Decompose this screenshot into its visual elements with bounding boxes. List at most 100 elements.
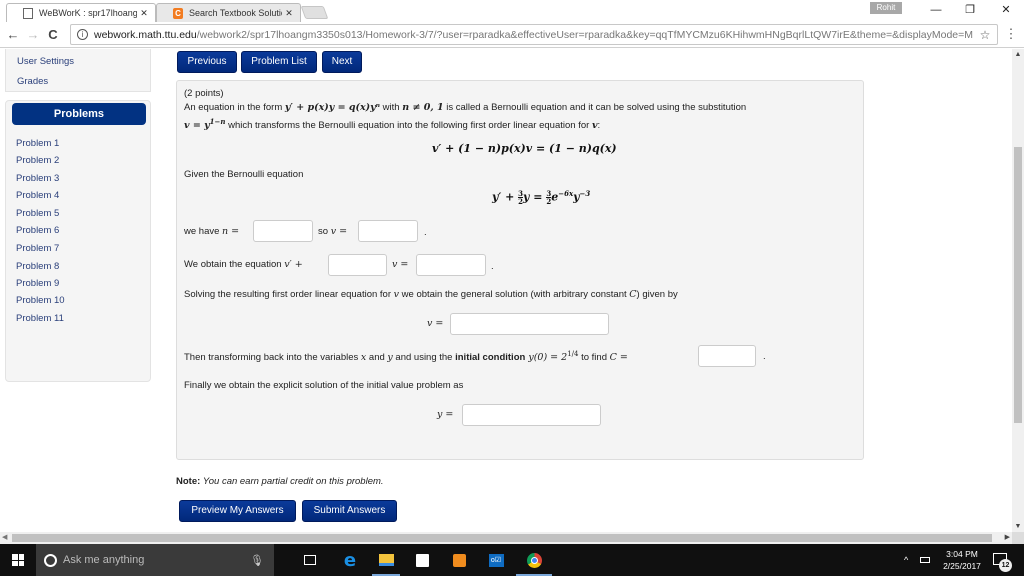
vertical-scroll-thumb[interactable] — [1014, 147, 1022, 423]
sidebar-item-problem-2[interactable]: Problem 2 — [16, 155, 59, 166]
horizontal-scrollbar[interactable]: ◀ ▶ — [0, 532, 1012, 544]
sidebar-item-problem-1[interactable]: Problem 1 — [16, 138, 59, 149]
restore-button[interactable]: ❐ — [958, 2, 982, 18]
n-condition-math: n ≠ 0, 1 — [402, 102, 444, 113]
n-equals: n = — [222, 226, 240, 237]
answer-y-input[interactable] — [462, 404, 601, 426]
sidebar-item-problem-5[interactable]: Problem 5 — [16, 208, 59, 219]
transform-text: Then transforming back into the variable… — [184, 350, 628, 363]
battery-icon[interactable] — [920, 544, 930, 576]
tab-label: WeBWorK : spr17lhoangm — [39, 8, 137, 18]
problem-intro-line-2: v = y1−n which transforms the Bernoulli … — [184, 117, 600, 131]
close-window-button[interactable]: ✕ — [994, 2, 1018, 18]
sidebar-item-problem-8[interactable]: Problem 8 — [16, 261, 59, 272]
back-button[interactable]: ← — [4, 26, 22, 44]
cortana-icon — [44, 553, 57, 567]
notification-count-badge: 12 — [999, 559, 1012, 572]
sidebar-item-problem-7[interactable]: Problem 7 — [16, 243, 59, 254]
chegg-icon: C — [173, 7, 183, 19]
forward-button[interactable]: → — [24, 26, 42, 44]
tab-search-textbook[interactable]: C Search Textbook Solutions ✕ — [156, 3, 301, 22]
C-equals: C = — [609, 352, 628, 364]
obtain-label: We obtain the equation v′ + — [184, 259, 303, 270]
y-exponent: −3 — [579, 189, 591, 198]
horizontal-scroll-thumb[interactable] — [12, 534, 992, 542]
answer-coefficient-input[interactable] — [328, 254, 387, 276]
so-v-label: so v = — [318, 226, 347, 237]
intro-text: with — [380, 102, 403, 113]
answer-C-input[interactable] — [698, 345, 756, 367]
intro-text: which transforms the Bernoulli equation … — [225, 120, 592, 132]
taskbar: Ask me anything 🎙 e o☑ ^ 3:04 PM 2/25/20… — [0, 544, 1024, 576]
outlook-icon[interactable]: o☑ — [486, 550, 506, 570]
finally-text: Finally we obtain the explicit solution … — [184, 380, 464, 391]
ic-exponent: 1/4 — [567, 350, 579, 358]
e-exponent: −6x — [558, 189, 574, 198]
close-tab-icon[interactable]: ✕ — [137, 8, 151, 19]
start-button[interactable] — [0, 544, 36, 576]
and-text: and — [366, 352, 388, 364]
file-explorer-icon[interactable] — [376, 550, 396, 570]
v-equals: v = — [392, 259, 409, 270]
microphone-icon[interactable]: 🎙 — [250, 554, 264, 567]
profile-badge[interactable]: Rohit — [870, 2, 902, 14]
sidebar-item-problem-4[interactable]: Problem 4 — [16, 190, 59, 201]
scroll-right-icon[interactable]: ▶ — [1005, 532, 1010, 544]
url-host: webwork.math.ttu.edu — [94, 28, 197, 41]
browser-menu-icon[interactable]: ⋮ — [1004, 26, 1018, 44]
given-text: Given the Bernoulli equation — [184, 169, 304, 180]
address-bar[interactable]: i webwork.math.ttu.edu /webwork2/spr17lh… — [70, 24, 998, 45]
problem-list-button[interactable]: Problem List — [241, 51, 317, 73]
windows-logo-icon — [12, 554, 24, 566]
scroll-up-icon[interactable]: ▲ — [1012, 51, 1024, 58]
close-tab-icon[interactable]: ✕ — [282, 8, 296, 19]
previous-button[interactable]: Previous — [177, 51, 237, 73]
problem-points: (2 points) — [184, 88, 224, 99]
obtain-text: We obtain the equation — [184, 259, 285, 270]
sidebar-item-problem-10[interactable]: Problem 10 — [16, 295, 65, 306]
cortana-search-box[interactable]: Ask me anything 🎙 — [36, 544, 274, 576]
answer-rhs-input[interactable] — [416, 254, 486, 276]
new-tab-button[interactable] — [300, 6, 329, 19]
answer-v-input[interactable] — [358, 220, 418, 242]
minimize-button[interactable]: — — [924, 2, 948, 18]
clock-date: 2/25/2017 — [943, 561, 981, 571]
edge-icon[interactable]: e — [340, 550, 360, 571]
tab-webwork[interactable]: WeBWorK : spr17lhoangm ✕ — [6, 3, 156, 22]
vertical-scrollbar[interactable]: ▲ ▼ — [1012, 49, 1024, 532]
preview-answers-button[interactable]: Preview My Answers — [179, 500, 296, 522]
system-clock[interactable]: 3:04 PM 2/25/2017 — [935, 548, 989, 572]
linear-equation: v′ + (1 − n)p(x)v = (1 − n)q(x) — [432, 142, 617, 155]
answer-n-input[interactable] — [253, 220, 313, 242]
sidebar-link-user-settings[interactable]: User Settings — [17, 56, 74, 67]
initial-condition-label: initial condition — [455, 352, 526, 364]
chrome-icon[interactable] — [524, 550, 544, 570]
we-have-label: we have n = — [184, 226, 239, 237]
bookmark-star-icon[interactable]: ☆ — [977, 28, 993, 42]
sidebar-item-problem-11[interactable]: Problem 11 — [16, 313, 64, 324]
substitution-exponent: 1−n — [209, 117, 226, 126]
sidebar-item-problem-6[interactable]: Problem 6 — [16, 225, 59, 236]
search-placeholder: Ask me anything — [63, 554, 145, 566]
answer-general-solution-input[interactable] — [450, 313, 609, 335]
scroll-down-icon[interactable]: ▼ — [1012, 523, 1024, 530]
store-icon[interactable] — [412, 550, 432, 570]
task-view-icon[interactable] — [300, 550, 320, 570]
next-button[interactable]: Next — [322, 51, 362, 73]
submit-answers-button[interactable]: Submit Answers — [302, 500, 397, 522]
solving-text-c: ) given by — [636, 289, 678, 300]
media-player-icon[interactable] — [449, 550, 469, 570]
v-equals: v = — [330, 226, 348, 237]
sidebar-link-grades[interactable]: Grades — [17, 76, 48, 87]
intro-text: : — [597, 120, 601, 132]
show-hidden-icons[interactable]: ^ — [904, 544, 908, 576]
scroll-left-icon[interactable]: ◀ — [2, 532, 7, 544]
browser-toolbar: ← → C i webwork.math.ttu.edu /webwork2/s… — [0, 22, 1024, 48]
reload-button[interactable]: C — [44, 26, 62, 44]
sidebar-item-problem-3[interactable]: Problem 3 — [16, 173, 59, 184]
info-icon[interactable]: i — [77, 29, 88, 40]
substitution-math: v = y — [184, 120, 210, 132]
bernoulli-form-math: y′ + p(x)y = q(x)yⁿ — [284, 102, 381, 113]
sidebar-item-problem-9[interactable]: Problem 9 — [16, 278, 59, 289]
note-label: Note: — [176, 476, 201, 487]
